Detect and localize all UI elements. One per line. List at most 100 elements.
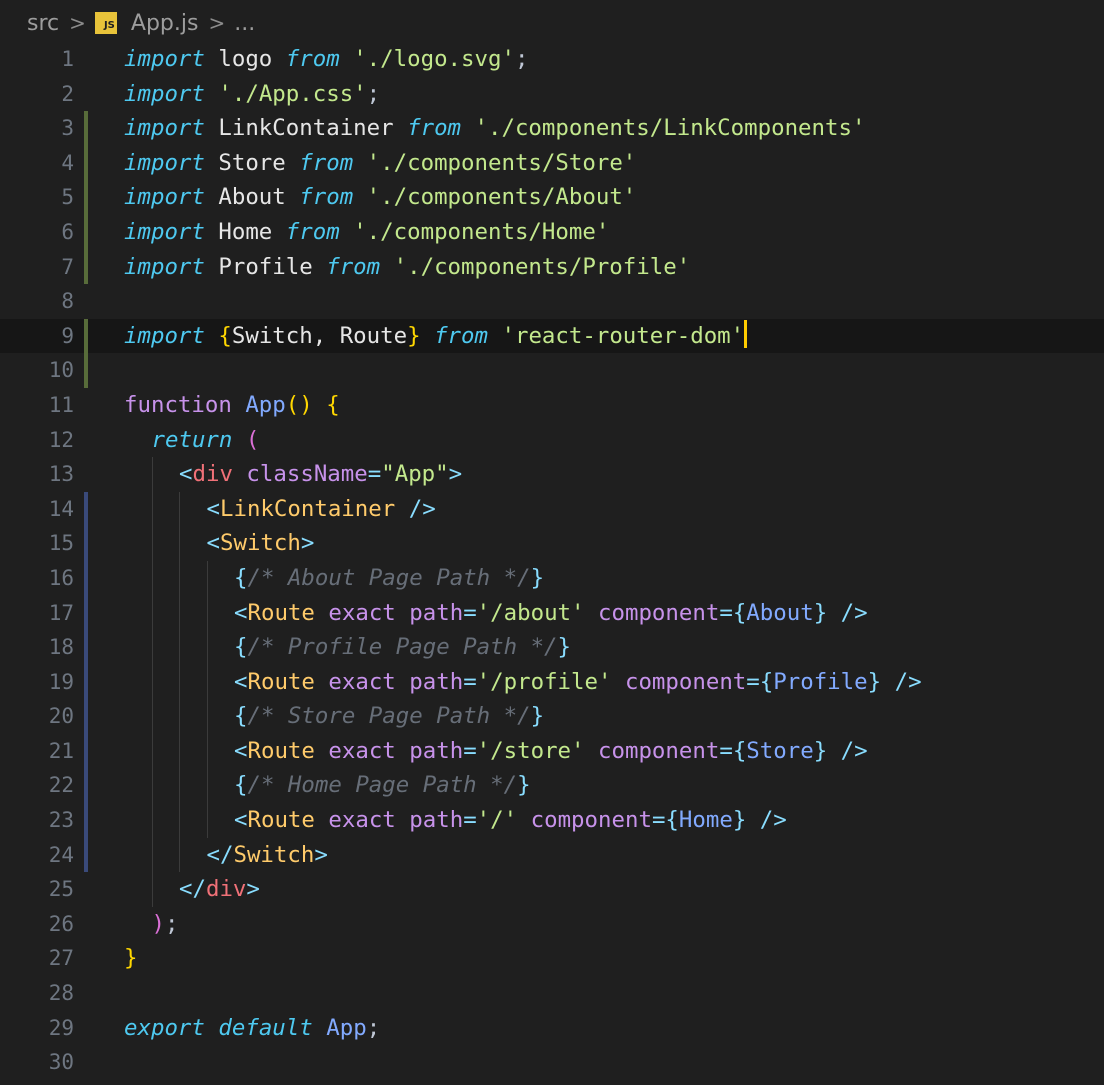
- code-line[interactable]: 12 return (: [0, 423, 1104, 458]
- line-number: 26: [48, 911, 74, 936]
- code-token: />: [408, 495, 436, 522]
- git-modified-marker[interactable]: [84, 768, 88, 804]
- code-line[interactable]: 18 {/* Profile Page Path */}: [0, 630, 1104, 665]
- code-area[interactable]: 1 import logo from './logo.svg'; 2 import '…: [0, 42, 1104, 1080]
- line-number: 15: [48, 531, 74, 556]
- code-line[interactable]: 25 </div>: [0, 872, 1104, 907]
- indent-guide: [151, 699, 153, 734]
- code-token: }: [407, 322, 421, 349]
- code-token: './App.css': [218, 80, 367, 107]
- code-token: 'react-router-dom': [501, 322, 745, 349]
- line-content: <Route exact path='/' component={Home} /…: [234, 803, 787, 838]
- indent-guide: [179, 560, 180, 596]
- code-token: path: [409, 668, 464, 695]
- git-modified-marker[interactable]: [84, 837, 88, 873]
- git-added-marker[interactable]: [84, 249, 88, 285]
- code-line[interactable]: 5 import About from './components/About': [0, 180, 1104, 215]
- code-line[interactable]: 1 import logo from './logo.svg';: [0, 42, 1104, 77]
- code-line[interactable]: 8: [0, 284, 1104, 319]
- code-line[interactable]: 7 import Profile from './components/Profi…: [0, 249, 1104, 285]
- git-added-marker[interactable]: [84, 353, 88, 388]
- git-modified-marker[interactable]: [84, 803, 88, 838]
- code-line[interactable]: 4 import Store from './components/Store': [0, 145, 1104, 181]
- git-modified-marker[interactable]: [84, 699, 88, 734]
- code-token: ;: [514, 46, 529, 72]
- code-line[interactable]: 28: [0, 976, 1104, 1011]
- code-token: "App": [381, 461, 449, 488]
- code-token: Switch: [219, 530, 301, 557]
- code-editor[interactable]: src > JS App.js > ... 1 import logo from …: [0, 0, 1104, 1085]
- code-token: =: [719, 599, 733, 626]
- line-number: 11: [48, 392, 74, 417]
- code-line[interactable]: 19 <Route exact path='/profile' component…: [0, 664, 1104, 700]
- git-modified-marker[interactable]: [84, 491, 88, 527]
- code-line[interactable]: 23 <Route exact path='/' component={Home}…: [0, 803, 1104, 838]
- git-added-marker[interactable]: [84, 318, 88, 354]
- code-line[interactable]: 9 import {Switch, Route} from 'react-rout…: [0, 318, 1104, 354]
- git-added-marker[interactable]: [84, 111, 88, 146]
- line-content: <LinkContainer />: [207, 492, 436, 527]
- git-modified-marker[interactable]: [84, 733, 88, 769]
- git-modified-marker[interactable]: [84, 560, 88, 596]
- code-token: App: [326, 1014, 367, 1041]
- line-content: }: [124, 941, 137, 976]
- code-line[interactable]: 3 import LinkContainer from './components…: [0, 111, 1104, 146]
- code-token: LinkContainer: [204, 115, 408, 142]
- code-line[interactable]: 22 {/* Home Page Path */}: [0, 768, 1104, 804]
- git-modified-marker[interactable]: [84, 526, 88, 561]
- code-line[interactable]: 2 import './App.css';: [0, 77, 1104, 112]
- code-line[interactable]: 14 <LinkContainer />: [0, 491, 1104, 527]
- code-token: >: [246, 876, 260, 903]
- line-number: 22: [48, 773, 74, 798]
- code-token: <: [234, 807, 248, 834]
- git-modified-marker[interactable]: [84, 630, 88, 665]
- breadcrumb-folder[interactable]: src: [27, 11, 59, 36]
- indent-guide: [151, 491, 153, 527]
- code-token: {: [665, 807, 679, 834]
- code-token: import: [124, 253, 205, 280]
- code-token: Route: [247, 807, 315, 834]
- code-line[interactable]: 11 function App() {: [0, 388, 1104, 423]
- code-line[interactable]: 10: [0, 353, 1104, 388]
- code-token: Home: [678, 807, 733, 834]
- indent-guide: [206, 630, 208, 665]
- code-token: }: [732, 807, 747, 834]
- code-token: import: [124, 322, 205, 349]
- code-line[interactable]: 13 <div className="App">: [0, 457, 1104, 492]
- code-line[interactable]: 27}: [0, 941, 1104, 976]
- code-token: exact: [328, 599, 396, 626]
- code-token: Store: [204, 149, 300, 176]
- line-content: <Route exact path='/store' component={St…: [234, 734, 868, 769]
- code-token: =: [746, 668, 760, 695]
- code-line[interactable]: 17 <Route exact path='/about' component={…: [0, 595, 1104, 631]
- code-line[interactable]: 24 </Switch>: [0, 837, 1104, 873]
- git-added-marker[interactable]: [84, 180, 88, 215]
- code-token: </: [206, 841, 234, 868]
- code-token: App: [245, 391, 286, 418]
- code-line[interactable]: 26);: [0, 907, 1104, 942]
- git-added-marker[interactable]: [84, 214, 88, 250]
- indent-guide: [206, 768, 208, 804]
- git-added-marker[interactable]: [84, 145, 88, 181]
- code-token: import: [124, 184, 205, 211]
- code-line[interactable]: 15 <Switch>: [0, 526, 1104, 561]
- git-modified-marker[interactable]: [84, 595, 88, 631]
- breadcrumb-file[interactable]: App.js: [131, 11, 199, 36]
- code-line[interactable]: 30: [0, 1045, 1104, 1080]
- code-line[interactable]: 29 export default App;: [0, 1011, 1104, 1046]
- code-line[interactable]: 6 import Home from './components/Home': [0, 214, 1104, 250]
- code-token: >: [300, 530, 315, 557]
- code-line[interactable]: 21 <Route exact path='/store' component={…: [0, 733, 1104, 769]
- line-number: 13: [48, 462, 74, 487]
- code-token: /* Store Page Path */: [247, 703, 531, 730]
- code-token: Profile: [204, 253, 327, 280]
- code-line[interactable]: 20 {/* Store Page Path */}: [0, 699, 1104, 734]
- code-token: return: [151, 426, 233, 453]
- breadcrumb-more[interactable]: ...: [234, 11, 255, 36]
- line-content: import LinkContainer from './components/…: [124, 111, 865, 146]
- code-line[interactable]: 16 {/* About Page Path */}: [0, 560, 1104, 596]
- git-modified-marker[interactable]: [84, 664, 88, 700]
